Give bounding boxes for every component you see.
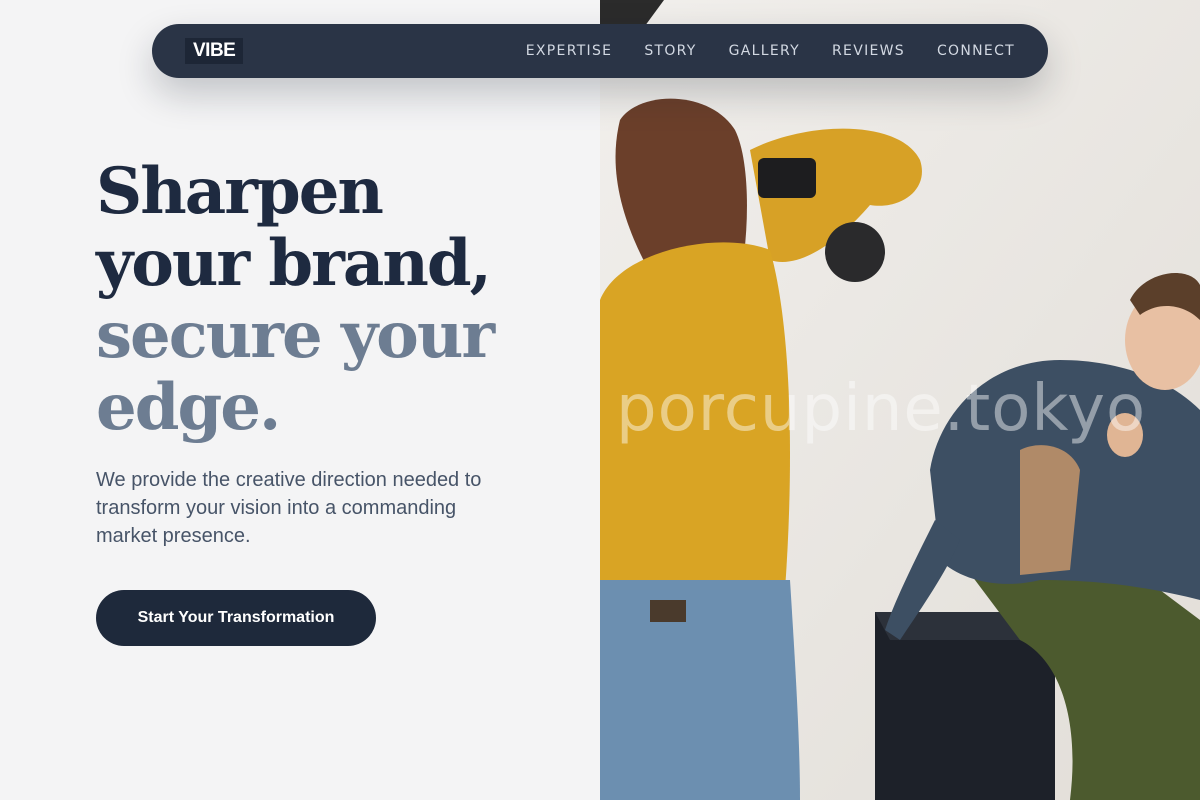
top-navbar: VIBE EXPERTISE STORY GALLERY REVIEWS CON… — [152, 24, 1048, 78]
headline-line-2: your brand, — [96, 226, 492, 301]
start-transformation-button[interactable]: Start Your Transformation — [96, 590, 376, 646]
nav-link-connect[interactable]: CONNECT — [937, 43, 1015, 59]
nav-link-story[interactable]: STORY — [644, 43, 696, 59]
headline-line-1: Sharpen — [96, 154, 384, 229]
hero-photo — [600, 0, 1200, 800]
photographer-jeans — [600, 580, 800, 800]
nav-link-gallery[interactable]: GALLERY — [729, 43, 800, 59]
nav-menu: EXPERTISE STORY GALLERY REVIEWS CONNECT — [526, 24, 1015, 78]
nav-link-expertise[interactable]: EXPERTISE — [526, 43, 613, 59]
camera-icon — [758, 158, 816, 198]
photographer-sweater — [600, 242, 790, 600]
hero-headline: Sharpen your brand, secure your edge. — [96, 156, 596, 444]
landing-page: porcupine.tokyo VIBE EXPERTISE STORY GAL… — [0, 0, 1200, 800]
headline-line-4: edge. — [96, 370, 281, 445]
hero-description: We provide the creative direction needed… — [96, 469, 482, 547]
brand-logo[interactable]: VIBE — [185, 38, 244, 64]
photo-illustration — [600, 0, 1200, 800]
headline-line-3: secure your — [96, 298, 495, 373]
nav-link-reviews[interactable]: REVIEWS — [832, 43, 905, 59]
